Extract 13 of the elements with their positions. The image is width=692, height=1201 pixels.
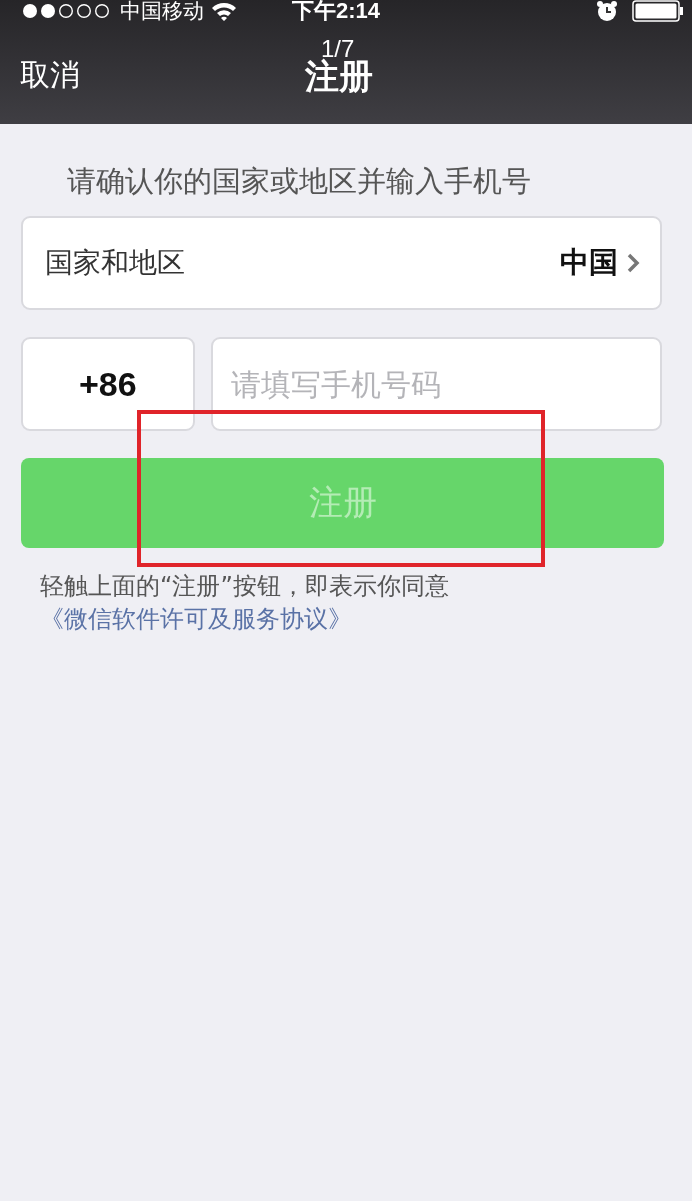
cancel-button[interactable]: 取消 [20,56,80,94]
carrier-name: 中国移动 [120,0,204,22]
chevron-right-icon [626,252,640,274]
wifi-icon [210,1,238,21]
country-region-row[interactable]: 国家和地区 中国 [21,216,662,310]
country-code-field[interactable]: +86 [21,337,195,431]
phone-number-field[interactable]: 请填写手机号码 [210,337,662,431]
agreement-link[interactable]: 《微信软件许可及服务协议》 [40,605,352,633]
alarm-clock-icon [596,0,618,22]
instruction-text: 请确认你的国家或地区并输入手机号 [67,163,532,200]
status-time: 下午2:14 [292,0,381,22]
battery-icon [632,0,684,22]
agreement-text: 轻触上面的“注册”按钮，即表示你同意 《微信软件许可及服务协议》 [40,571,450,635]
